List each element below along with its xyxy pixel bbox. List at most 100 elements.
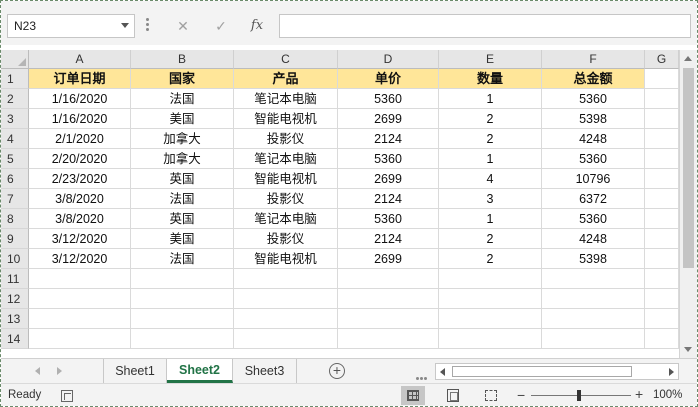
empty-cell[interactable] [234, 289, 338, 309]
tab-sheet1[interactable]: Sheet1 [103, 359, 167, 383]
table-header-cell[interactable]: 国家 [131, 69, 234, 89]
cancel-icon[interactable]: ✕ [171, 15, 195, 37]
empty-cell[interactable] [645, 109, 679, 129]
table-cell[interactable]: 3/12/2020 [29, 249, 131, 269]
row-header-2[interactable]: 2 [1, 89, 29, 109]
add-sheet-icon[interactable]: + [329, 363, 345, 379]
name-box[interactable]: N23 [7, 14, 135, 38]
table-cell[interactable]: 3/8/2020 [29, 189, 131, 209]
empty-cell[interactable] [234, 269, 338, 289]
row-header-9[interactable]: 9 [1, 229, 29, 249]
empty-cell[interactable] [645, 189, 679, 209]
page-layout-button[interactable] [441, 386, 465, 405]
table-header-cell[interactable]: 数量 [439, 69, 542, 89]
table-cell[interactable]: 2699 [338, 169, 439, 189]
table-cell[interactable]: 4248 [542, 229, 645, 249]
empty-cell[interactable] [131, 269, 234, 289]
vertical-scrollbar[interactable] [679, 50, 697, 358]
zoom-slider-thumb[interactable] [577, 390, 581, 401]
empty-cell[interactable] [439, 269, 542, 289]
table-cell[interactable]: 2/23/2020 [29, 169, 131, 189]
table-cell[interactable]: 1 [439, 209, 542, 229]
scroll-right-icon[interactable] [669, 368, 674, 376]
zoom-level[interactable]: 100% [653, 389, 682, 401]
tab-sheet2[interactable]: Sheet2 [167, 359, 233, 383]
row-header-11[interactable]: 11 [1, 269, 29, 289]
tab-split-handle-icon[interactable] [416, 369, 428, 380]
table-cell[interactable]: 笔记本电脑 [234, 209, 338, 229]
table-cell[interactable]: 智能电视机 [234, 109, 338, 129]
table-header-cell[interactable]: 产品 [234, 69, 338, 89]
empty-cell[interactable] [234, 329, 338, 349]
table-cell[interactable]: 2 [439, 249, 542, 269]
row-header-8[interactable]: 8 [1, 209, 29, 229]
row-header-5[interactable]: 5 [1, 149, 29, 169]
table-cell[interactable]: 5360 [542, 89, 645, 109]
empty-cell[interactable] [338, 329, 439, 349]
scroll-up-icon[interactable] [684, 56, 692, 61]
empty-cell[interactable] [542, 289, 645, 309]
row-header-3[interactable]: 3 [1, 109, 29, 129]
column-header-e[interactable]: E [439, 50, 542, 69]
table-header-cell[interactable]: 单价 [338, 69, 439, 89]
scroll-left-icon[interactable] [440, 368, 445, 376]
table-cell[interactable]: 3/12/2020 [29, 229, 131, 249]
table-cell[interactable]: 10796 [542, 169, 645, 189]
empty-cell[interactable] [131, 289, 234, 309]
column-header-d[interactable]: D [338, 50, 439, 69]
table-cell[interactable]: 5360 [338, 89, 439, 109]
enter-check-icon[interactable]: ✓ [209, 15, 233, 37]
table-cell[interactable]: 法国 [131, 249, 234, 269]
table-header-cell[interactable]: 订单日期 [29, 69, 131, 89]
empty-cell[interactable] [645, 149, 679, 169]
table-cell[interactable]: 2124 [338, 229, 439, 249]
drag-handle-icon[interactable] [146, 18, 149, 34]
select-all-corner[interactable] [1, 50, 29, 69]
table-cell[interactable]: 2 [439, 229, 542, 249]
table-cell[interactable]: 5360 [338, 209, 439, 229]
table-cell[interactable]: 5398 [542, 249, 645, 269]
table-cell[interactable]: 法国 [131, 89, 234, 109]
empty-cell[interactable] [645, 229, 679, 249]
empty-cell[interactable] [439, 329, 542, 349]
page-break-button[interactable] [479, 386, 503, 405]
table-cell[interactable]: 投影仪 [234, 189, 338, 209]
table-cell[interactable]: 智能电视机 [234, 169, 338, 189]
table-cell[interactable]: 英国 [131, 209, 234, 229]
formula-input[interactable] [279, 14, 691, 38]
table-cell[interactable]: 2/1/2020 [29, 129, 131, 149]
column-header-b[interactable]: B [131, 50, 234, 69]
empty-cell[interactable] [645, 249, 679, 269]
macro-record-icon[interactable] [61, 390, 73, 402]
empty-cell[interactable] [338, 269, 439, 289]
empty-cell[interactable] [234, 309, 338, 329]
zoom-out-icon[interactable]: − [517, 388, 525, 402]
table-cell[interactable]: 4 [439, 169, 542, 189]
table-cell[interactable]: 美国 [131, 229, 234, 249]
empty-cell[interactable] [29, 309, 131, 329]
table-cell[interactable]: 3/8/2020 [29, 209, 131, 229]
table-cell[interactable]: 5360 [338, 149, 439, 169]
empty-cell[interactable] [29, 289, 131, 309]
row-header-4[interactable]: 4 [1, 129, 29, 149]
empty-cell[interactable] [645, 89, 679, 109]
row-header-10[interactable]: 10 [1, 249, 29, 269]
table-cell[interactable]: 2/20/2020 [29, 149, 131, 169]
table-cell[interactable]: 加拿大 [131, 129, 234, 149]
empty-cell[interactable] [645, 129, 679, 149]
empty-cell[interactable] [645, 269, 679, 289]
table-cell[interactable]: 5360 [542, 209, 645, 229]
empty-cell[interactable] [542, 269, 645, 289]
table-cell[interactable]: 2 [439, 129, 542, 149]
table-cell[interactable]: 3 [439, 189, 542, 209]
table-cell[interactable]: 6372 [542, 189, 645, 209]
empty-cell[interactable] [645, 309, 679, 329]
table-cell[interactable]: 1/16/2020 [29, 109, 131, 129]
insert-function-icon[interactable]: fx [245, 15, 269, 37]
column-header-f[interactable]: F [542, 50, 645, 69]
table-cell[interactable]: 4248 [542, 129, 645, 149]
horizontal-scrollbar[interactable] [435, 363, 679, 380]
table-cell[interactable]: 美国 [131, 109, 234, 129]
empty-cell[interactable] [29, 269, 131, 289]
table-cell[interactable]: 1 [439, 89, 542, 109]
